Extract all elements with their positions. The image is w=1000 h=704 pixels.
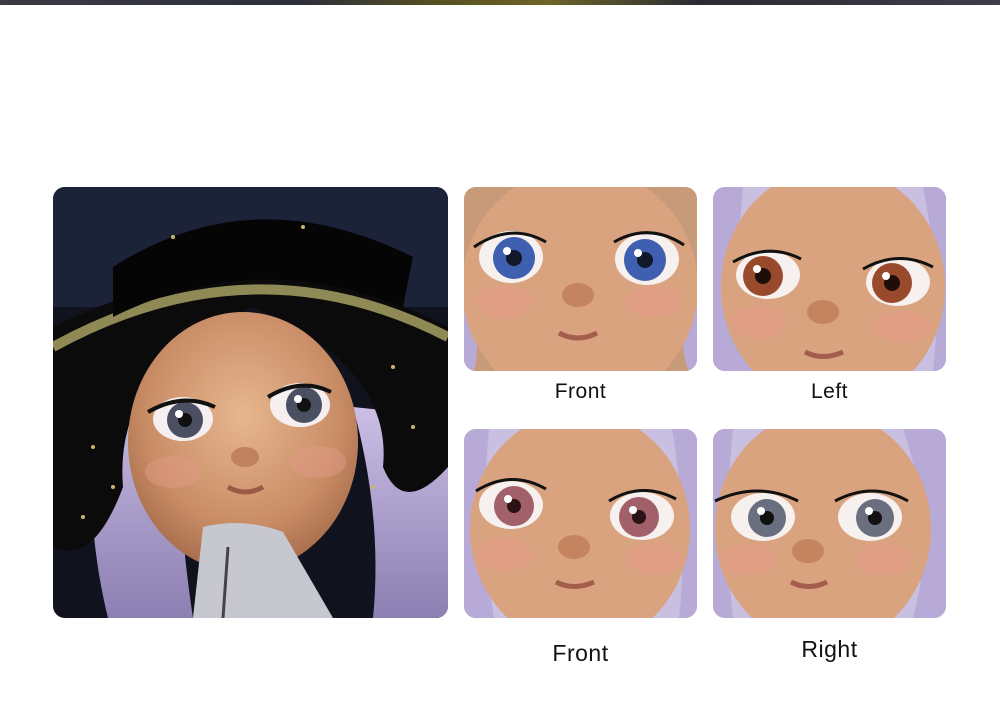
caption-left: Left (810, 380, 849, 403)
caption-right: Right (801, 636, 858, 662)
caption-front-top: Front (554, 380, 607, 403)
doll-main-photo (53, 187, 448, 618)
doll-face-front-pink-illustration (464, 429, 697, 618)
doll-face-right-photo (713, 429, 946, 618)
doll-main-illustration (53, 187, 448, 618)
doll-face-front-blue-illustration (464, 187, 697, 371)
doll-face-left-photo (713, 187, 946, 371)
doll-face-front-photo-top (464, 187, 697, 371)
doll-face-right-gray-illustration (713, 429, 946, 618)
top-image-edge (0, 0, 1000, 5)
doll-face-front-photo-bottom (464, 429, 697, 618)
doll-face-left-brown-illustration (713, 187, 946, 371)
caption-front-bottom: Front (552, 640, 609, 666)
